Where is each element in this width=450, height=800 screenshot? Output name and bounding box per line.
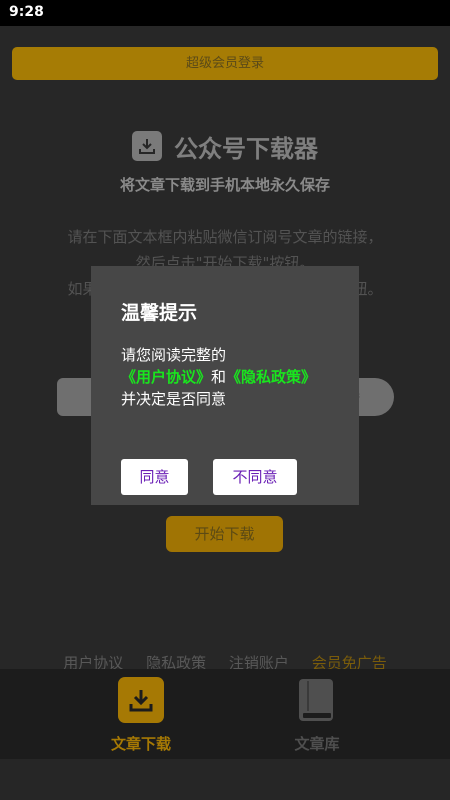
dialog-line: 并决定是否同意: [121, 390, 227, 408]
dialog-user-agreement-link[interactable]: 《用户协议》: [121, 368, 211, 386]
tab-label: 文章下载: [110, 735, 171, 753]
dialog-privacy-link[interactable]: 《隐私政策》: [226, 368, 316, 386]
tab-article-library[interactable]: 文章库: [267, 677, 367, 754]
dialog-body: 请您阅读完整的 《用户协议》和《隐私政策》 并决定是否同意: [121, 344, 351, 410]
dialog-title: 温馨提示: [121, 302, 198, 324]
book-icon: [294, 677, 340, 723]
agree-button[interactable]: 同意: [121, 459, 188, 495]
download-icon: [132, 131, 162, 161]
app-title: 公众号下载器: [174, 134, 318, 163]
tab-article-download[interactable]: 文章下载: [91, 677, 191, 754]
app-subtitle: 将文章下载到手机本地永久保存: [119, 176, 330, 194]
vip-login-button[interactable]: 超级会员登录: [12, 47, 438, 80]
app-title-row: 公众号下载器: [0, 128, 450, 164]
bottom-tab-bar: 文章下载 文章库: [0, 669, 450, 759]
start-download-button[interactable]: 开始下载: [166, 516, 283, 552]
bottom-strip: [0, 759, 450, 800]
dialog-and-text: 和: [211, 368, 227, 386]
dialog-line: 请您阅读完整的: [121, 346, 227, 364]
disagree-button[interactable]: 不同意: [213, 459, 297, 495]
tab-label: 文章库: [294, 735, 340, 753]
status-time: 9:28: [9, 4, 44, 20]
status-bar: 9:28: [0, 0, 450, 26]
instruction-line: 请在下面文本框内粘贴微信订阅号文章的链接，: [67, 228, 383, 246]
consent-dialog: 温馨提示 请您阅读完整的 《用户协议》和《隐私政策》 并决定是否同意 同意 不同…: [91, 266, 359, 505]
download-icon: [118, 677, 164, 723]
dialog-links-line: 《用户协议》和《隐私政策》: [121, 366, 351, 388]
